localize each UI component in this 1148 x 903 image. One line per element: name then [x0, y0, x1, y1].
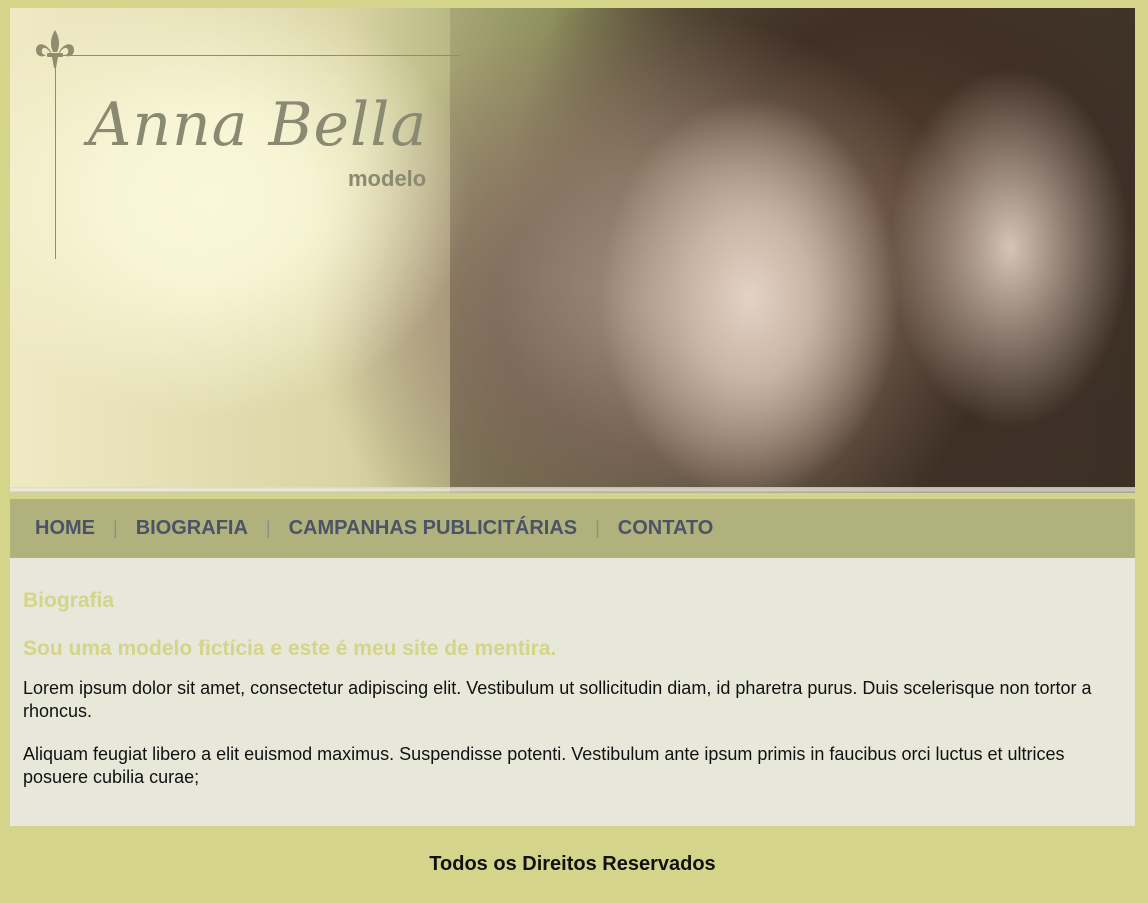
hero-photo [450, 8, 1135, 493]
page-title: Biografia [23, 589, 115, 612]
nav-item-biografia[interactable]: BIOGRAFIA [136, 517, 248, 540]
nav-separator: | [113, 518, 118, 538]
hero-divider [10, 487, 1135, 493]
logo-frame-line [55, 56, 56, 259]
logo-name: Anna Bella [88, 90, 428, 160]
nav-separator: | [595, 518, 600, 538]
main-nav: HOME | BIOGRAFIA | CAMPANHAS PUBLICITÁRI… [10, 499, 1135, 558]
page: Anna Bella modelo HOME | BIOGRAFIA | CAM… [10, 8, 1135, 902]
footer: Todos os Direitos Reservados [10, 826, 1135, 902]
nav-separator: | [265, 518, 271, 538]
nav-item-campanhas[interactable]: CAMPANHAS PUBLICITÁRIAS [289, 517, 578, 540]
logo-frame-line [56, 55, 460, 56]
page-subtitle: Sou uma modelo fictícia e este é meu sit… [23, 637, 557, 660]
paragraph: Aliquam feugiat libero a elit euismod ma… [23, 744, 1065, 787]
main-content: Biografia Sou uma modelo fictícia e este… [10, 558, 1135, 826]
logo-subtitle: modelo [348, 166, 427, 191]
hero-banner: Anna Bella modelo [10, 8, 1135, 493]
footer-text: Todos os Direitos Reservados [429, 852, 716, 875]
nav-item-home[interactable]: HOME [35, 517, 95, 540]
paragraph: Lorem ipsum dolor sit amet, consectetur … [23, 678, 1092, 721]
nav-item-contato[interactable]: CONTATO [618, 517, 714, 540]
